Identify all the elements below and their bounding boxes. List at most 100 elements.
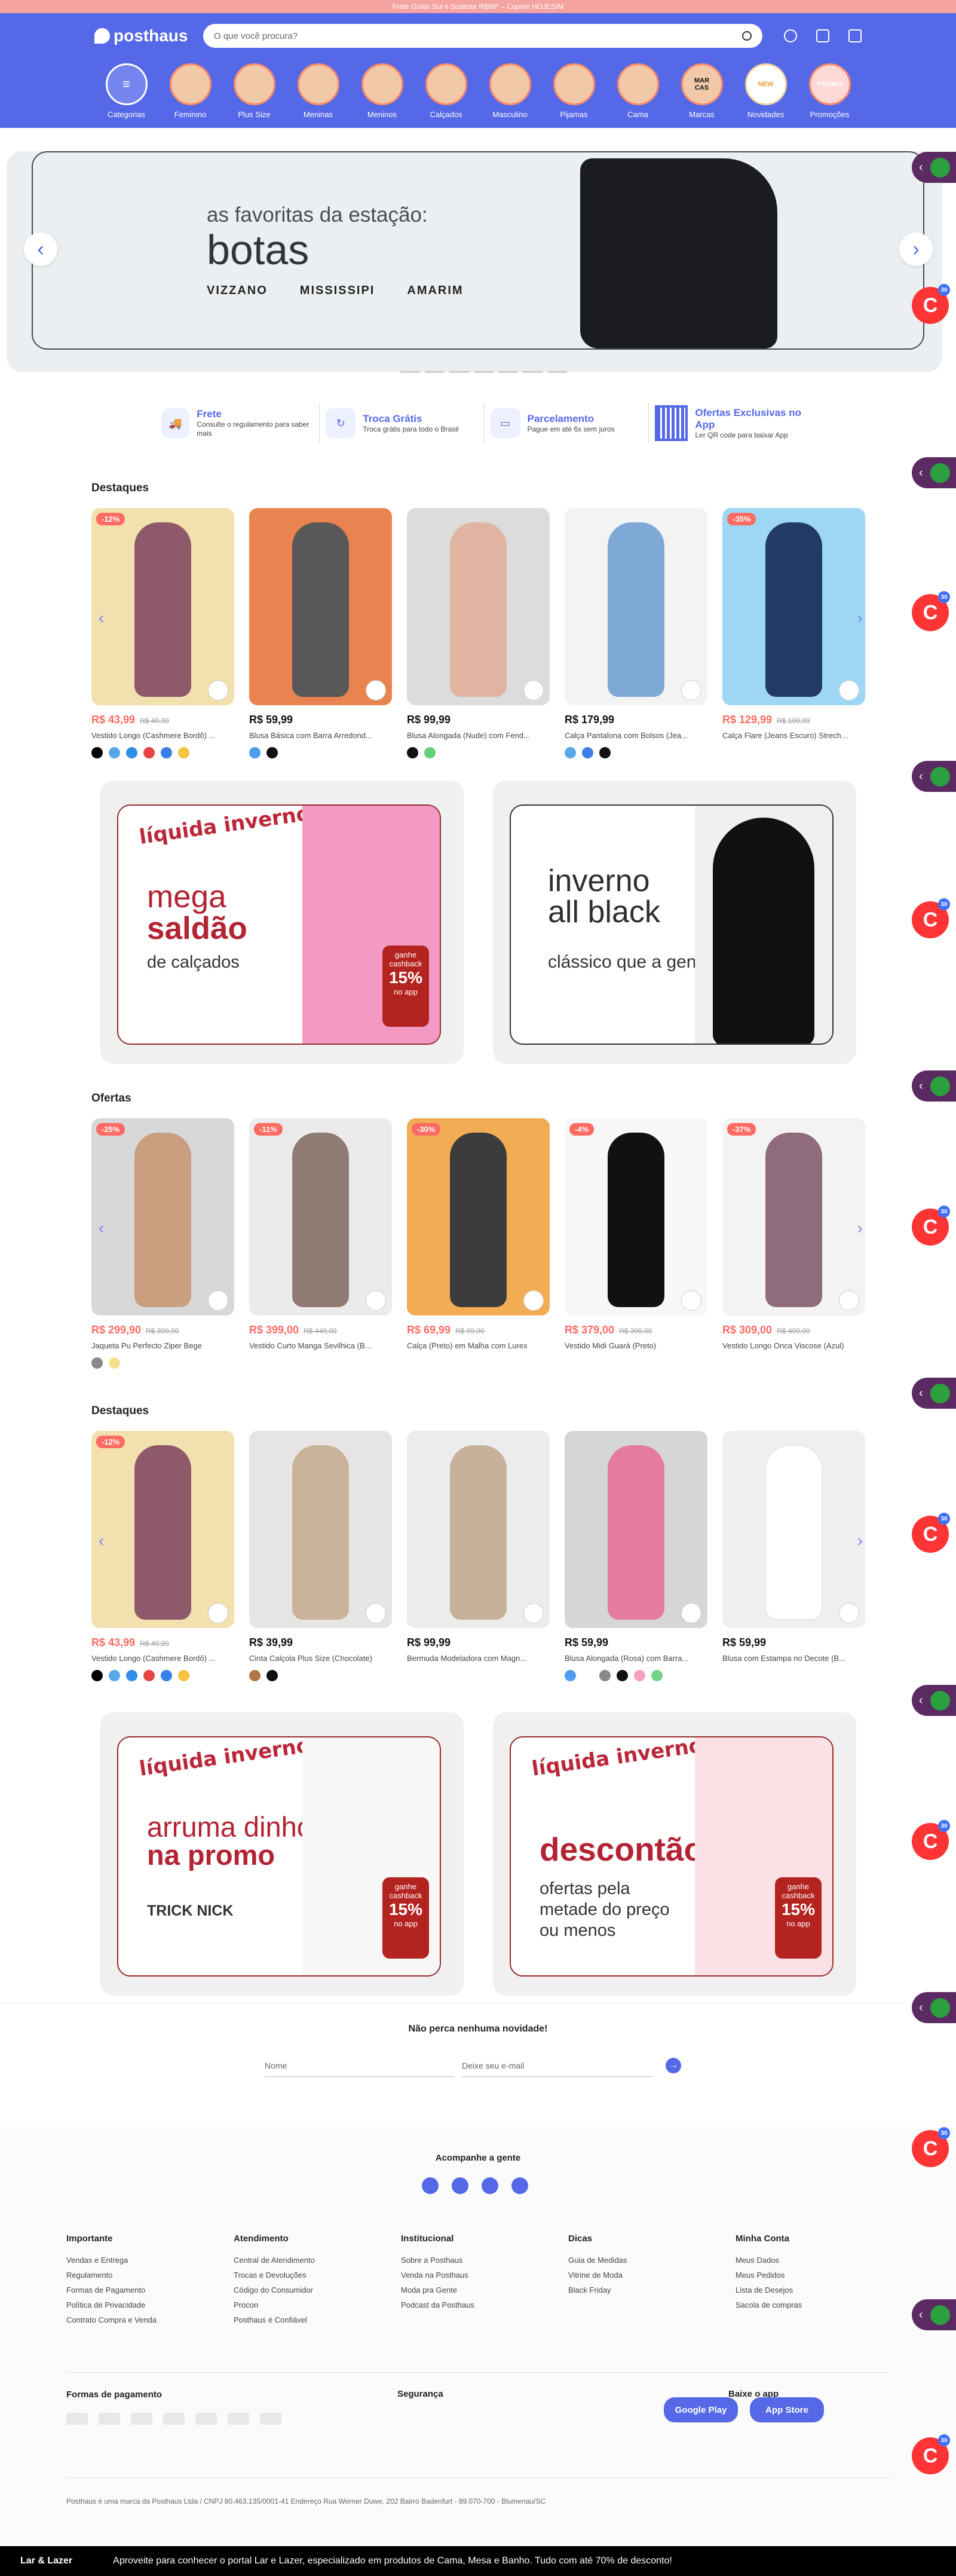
text-label[interactable]: Código do Consumidor xyxy=(234,2286,401,2294)
feature-app[interactable]: Ofertas Exclusivas no App Ler QR code par… xyxy=(649,403,813,443)
product-card[interactable]: R$ 99,99 Bermuda Modeladora com Magn... xyxy=(407,1431,550,1681)
category-categorias[interactable]: ≡ Categorias xyxy=(102,63,151,119)
text-label[interactable]: Sobre a Posthaus xyxy=(401,2256,568,2265)
side-widget[interactable]: ‹ xyxy=(912,1378,956,1409)
product-card[interactable]: -35% R$ 129,99 R$ 199,99 Calça Flare (Jeans… xyxy=(722,508,865,758)
cashback-button[interactable]: C 30 xyxy=(912,1513,950,1553)
google-play-button[interactable]: Google Play xyxy=(664,2397,738,2422)
heart-icon[interactable] xyxy=(839,1290,859,1311)
text-label[interactable]: Posthaus é Confiável xyxy=(234,2315,401,2324)
side-widget[interactable]: ‹ xyxy=(912,152,956,183)
banner-mega-saldao[interactable]: líquida inverno mega saldão de calçados ganh… xyxy=(100,781,464,1064)
text-label[interactable]: Vendas e Entrega xyxy=(66,2256,234,2265)
category-meninas[interactable]: Meninas xyxy=(294,63,343,119)
heart-icon[interactable] xyxy=(523,680,544,700)
side-widget[interactable]: ‹ xyxy=(912,761,956,792)
text-label[interactable]: Guia de Medidas xyxy=(568,2256,736,2265)
side-widget[interactable]: ‹ xyxy=(912,1685,956,1716)
logo[interactable]: posthaus xyxy=(94,26,203,45)
product-card[interactable]: -37% R$ 309,00 R$ 490,00 Vestido Longo Onca… xyxy=(722,1118,865,1369)
search-input[interactable]: O que você procura? xyxy=(203,24,762,48)
chevron-left-icon[interactable]: ‹ xyxy=(99,1219,104,1238)
cashback-button[interactable]: C 30 xyxy=(912,1206,950,1246)
text-label[interactable]: Contrato Compra e Venda xyxy=(66,2315,234,2324)
text-label[interactable]: Lista de Desejos xyxy=(736,2286,903,2294)
category-plus-size[interactable]: Plus Size xyxy=(230,63,279,119)
product-card[interactable]: R$ 59,99 Blusa Alongada (Rosa) com Barra.… xyxy=(565,1431,707,1681)
cashback-button[interactable]: C 30 xyxy=(912,2127,950,2167)
user-icon[interactable] xyxy=(784,29,797,42)
category-cama[interactable]: Cama xyxy=(614,63,663,119)
category-calcados[interactable]: Calçados xyxy=(422,63,471,119)
feature-parcelamento[interactable]: ▭ Parcelamento Pague em até 6x sem juros xyxy=(485,403,649,443)
heart-icon[interactable] xyxy=(208,1603,228,1623)
heart-icon[interactable] xyxy=(839,1603,859,1623)
product-card[interactable]: -11% R$ 399,00 R$ 449,00 Vestido Curto Mang… xyxy=(249,1118,392,1369)
text-label[interactable]: Procon xyxy=(234,2300,401,2309)
chevron-left-icon[interactable]: ‹ xyxy=(24,232,57,266)
cashback-button[interactable]: C 30 xyxy=(912,898,950,938)
hero-banner[interactable]: as favoritas da estação: botas VIZZANO MISS… xyxy=(0,140,956,383)
category-novidades[interactable]: NEW Novidades xyxy=(741,63,790,119)
heart-icon[interactable] xyxy=(681,1603,701,1623)
chevron-left-icon[interactable]: ‹ xyxy=(99,608,104,628)
heart-icon[interactable] xyxy=(523,1603,544,1623)
category-pijamas[interactable]: Pijamas xyxy=(550,63,599,119)
side-widget[interactable]: ‹ xyxy=(912,1992,956,2023)
text-label[interactable]: Formas de Pagamento xyxy=(66,2286,234,2294)
banner-trick-nick[interactable]: líquida inverno arruma dinho na promo TRICK… xyxy=(100,1712,464,1996)
text-label[interactable]: Trocas e Devoluções xyxy=(234,2271,401,2280)
text-label[interactable]: Podcast da Posthaus xyxy=(401,2300,568,2309)
text-label[interactable]: Regulamento xyxy=(66,2271,234,2280)
heart-icon[interactable] xyxy=(523,1290,544,1311)
facebook-icon[interactable] xyxy=(422,2177,439,2194)
feature-troca[interactable]: ↻ Troca Grátis Troca grátis para todo o Br… xyxy=(320,403,485,443)
text-label[interactable]: Black Friday xyxy=(568,2286,736,2294)
app-store-button[interactable]: App Store xyxy=(750,2397,824,2422)
product-card[interactable]: R$ 59,99 Blusa com Estampa no Decote (B..… xyxy=(722,1431,865,1681)
heart-icon[interactable] xyxy=(366,1290,386,1311)
tiktok-icon[interactable] xyxy=(511,2177,528,2194)
heart-icon[interactable] xyxy=(366,1603,386,1623)
product-card[interactable]: R$ 179,99 Calça Pantalona com Bolsos (Jea… xyxy=(565,508,707,758)
text-label[interactable]: Vitrine de Moda xyxy=(568,2271,736,2280)
heart-icon[interactable] xyxy=(366,680,386,700)
cashback-button[interactable]: C 30 xyxy=(912,284,950,324)
text-label[interactable]: Venda na Posthaus xyxy=(401,2271,568,2280)
chevron-right-icon[interactable]: › xyxy=(899,232,933,266)
text-label[interactable]: Moda pra Gente xyxy=(401,2286,568,2294)
product-card[interactable]: -30% R$ 69,99 R$ 99,90 Calça (Preto) em Mal… xyxy=(407,1118,550,1369)
category-masculino[interactable]: Masculino xyxy=(486,63,535,119)
text-label[interactable]: Meus Pedidos xyxy=(736,2271,903,2280)
search-icon[interactable] xyxy=(742,31,752,41)
newsletter-name-input[interactable]: Nome xyxy=(265,2061,455,2077)
product-card[interactable]: R$ 39,99 Cinta Calçola Plus Size (Chocola… xyxy=(249,1431,392,1681)
cashback-button[interactable]: C 30 xyxy=(912,591,950,631)
cashback-button[interactable]: C 30 xyxy=(912,1820,950,1860)
text-label[interactable]: Central de Atendimento xyxy=(234,2256,401,2265)
newsletter-email-input[interactable]: Deixe seu e-mail xyxy=(462,2061,652,2077)
banner-all-black[interactable]: inverno all black clássico que a gente não… xyxy=(493,781,856,1064)
cashback-button[interactable]: C 30 xyxy=(912,2434,950,2474)
heart-icon[interactable] xyxy=(816,29,829,42)
chevron-right-icon[interactable]: › xyxy=(857,1219,863,1238)
product-card[interactable]: -4% R$ 379,00 R$ 395,00 Vestido Midi Guará … xyxy=(565,1118,707,1369)
side-widget[interactable]: ‹ xyxy=(912,457,956,488)
category-meninos[interactable]: Meninos xyxy=(358,63,407,119)
product-card[interactable]: -12% R$ 43,99 R$ 49,99 Vestido Longo (Cashm… xyxy=(91,1431,234,1681)
color-swatches[interactable] xyxy=(91,747,234,758)
chevron-left-icon[interactable]: ‹ xyxy=(99,1531,104,1550)
heart-icon[interactable] xyxy=(681,680,701,700)
text-label[interactable]: Meus Dados xyxy=(736,2256,903,2265)
product-card[interactable]: R$ 99,99 Blusa Alongada (Nude) com Fend..… xyxy=(407,508,550,758)
text-label[interactable]: Política de Privacidade xyxy=(66,2300,234,2309)
heart-icon[interactable] xyxy=(681,1290,701,1311)
submit-arrow-icon[interactable]: → xyxy=(666,2058,681,2073)
side-widget[interactable]: ‹ xyxy=(912,2299,956,2330)
chevron-right-icon[interactable]: › xyxy=(857,608,863,628)
chevron-right-icon[interactable]: › xyxy=(857,1531,863,1550)
heart-icon[interactable] xyxy=(208,680,228,700)
podcast-icon[interactable] xyxy=(482,2177,498,2194)
product-card[interactable]: -12% R$ 43,99 R$ 49,99 Vestido Longo (Cashm… xyxy=(91,508,234,758)
category-marcas[interactable]: MAR CAS Marcas xyxy=(678,63,727,119)
